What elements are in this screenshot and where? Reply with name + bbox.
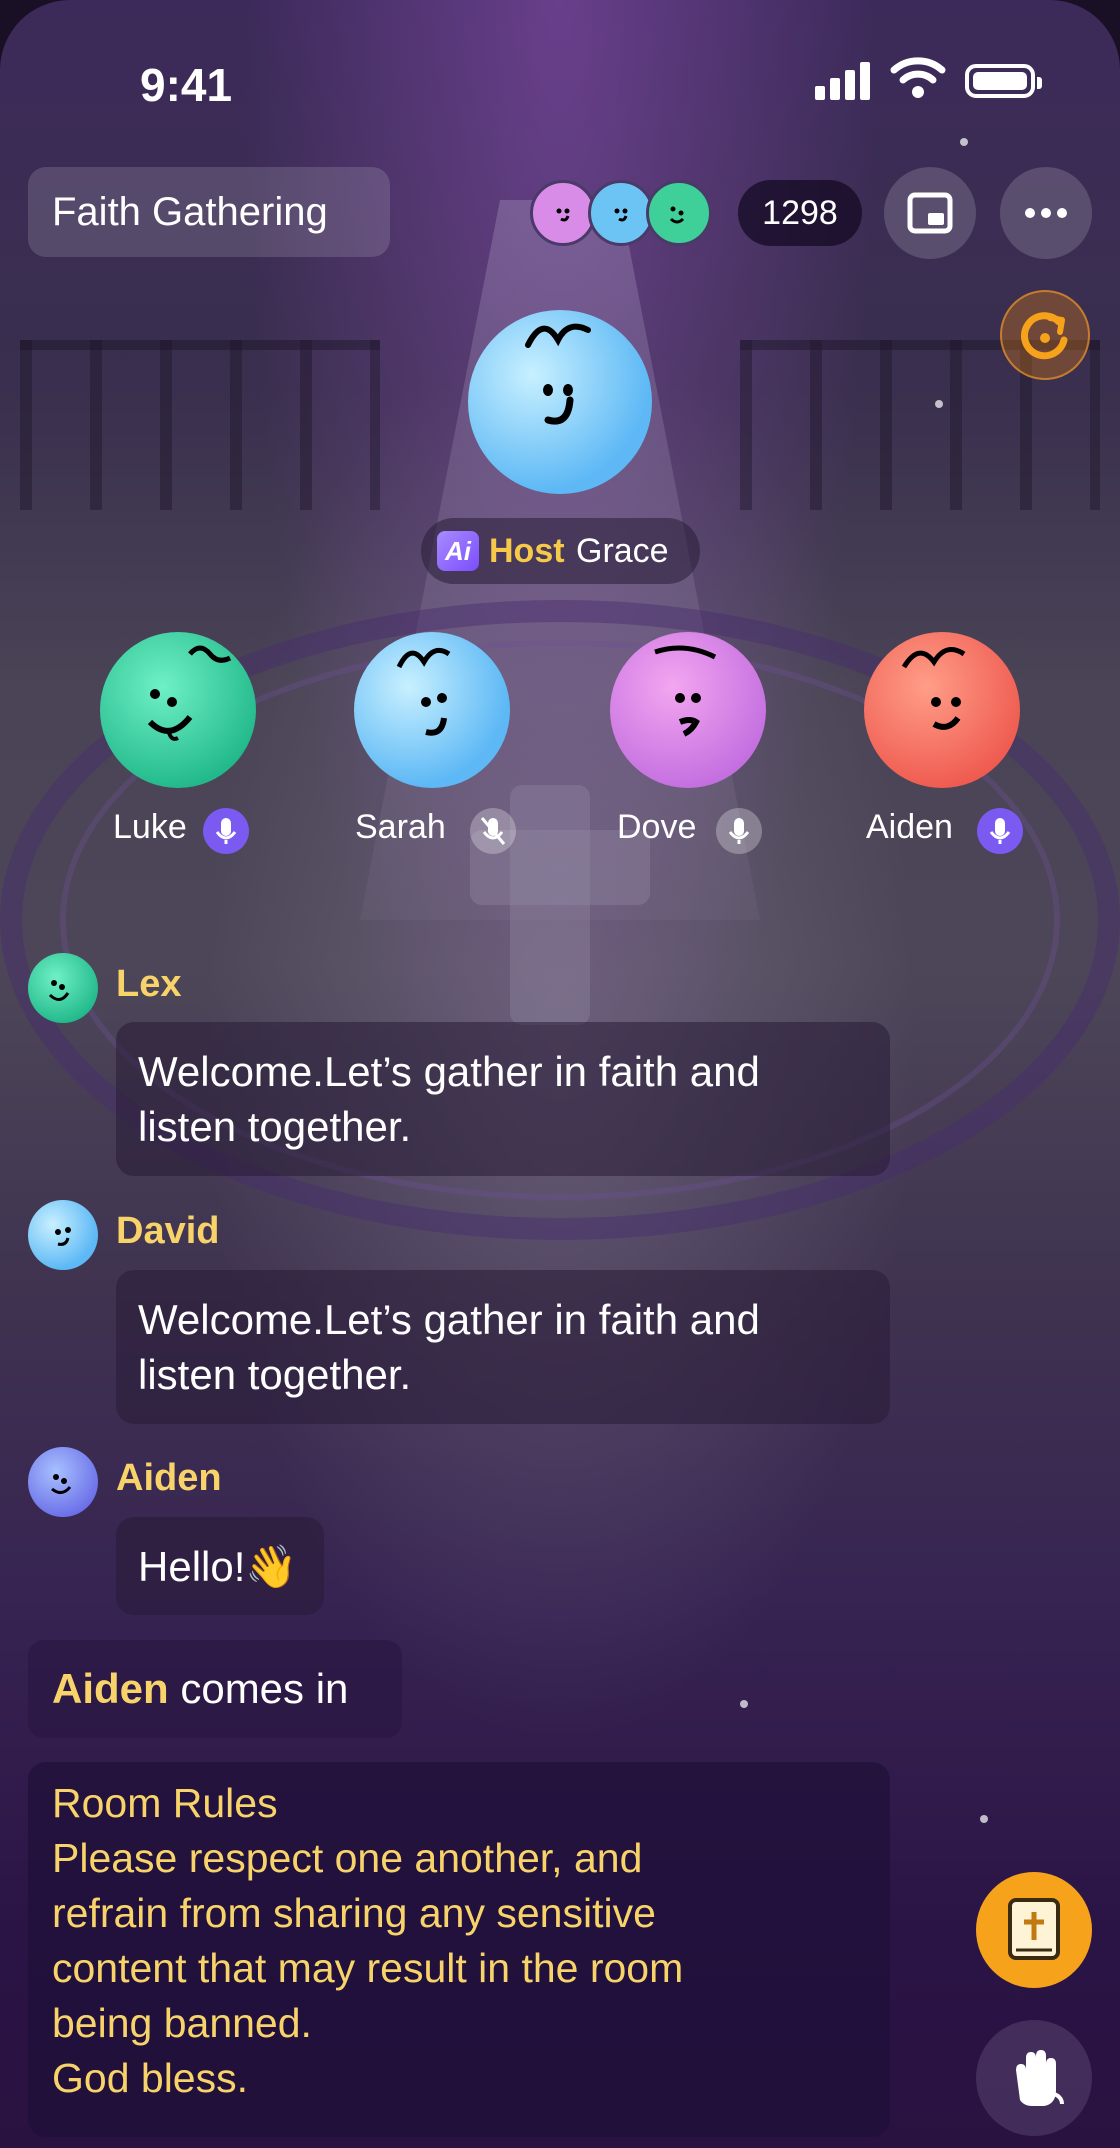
speaker-avatar-dove[interactable] [610, 632, 766, 788]
chat-avatar[interactable] [28, 1200, 98, 1270]
bible-button[interactable] [976, 1872, 1092, 1988]
mic-off-icon [470, 808, 516, 854]
sparkle [960, 138, 968, 146]
audience-count[interactable]: 1298 [738, 180, 862, 246]
speaker-name: Sarah [355, 808, 446, 846]
host-label: Ai Host Grace [421, 518, 700, 584]
more-button[interactable] [1000, 167, 1092, 259]
signal-icon [815, 62, 875, 100]
picture-in-picture-icon [907, 192, 953, 234]
more-icon [1025, 208, 1067, 218]
speaker-avatar-luke[interactable] [100, 632, 256, 788]
chat-username[interactable]: Lex [116, 963, 181, 1006]
ai-badge: Ai [437, 531, 479, 571]
rotate-icon [1020, 312, 1068, 360]
battery-icon [965, 64, 1042, 98]
chat-message: Hello!👋 [116, 1517, 324, 1615]
church-pews-left [20, 340, 380, 510]
live-room-screen: 9:41 Faith Gathering 1298 Ai Host Grace … [0, 0, 1120, 2148]
sparkle [740, 1700, 748, 1708]
audience-avatar[interactable] [646, 180, 712, 246]
sparkle [935, 400, 943, 408]
join-notice: Aiden comes in [28, 1640, 402, 1738]
cross-decoration [510, 785, 590, 1025]
join-text: comes in [168, 1665, 349, 1712]
host-role: Host [489, 532, 565, 570]
speaker-name: Aiden [866, 808, 953, 846]
mic-icon [716, 808, 762, 854]
wifi-icon [890, 56, 946, 105]
host-name: Grace [576, 532, 669, 570]
sparkle [980, 1815, 988, 1823]
room-rules: Room Rules Please respect one another, a… [28, 1762, 890, 2137]
chat-username[interactable]: Aiden [116, 1457, 222, 1500]
speaker-name: Dove [617, 808, 697, 846]
host-avatar[interactable] [468, 310, 652, 494]
chat-username[interactable]: David [116, 1210, 219, 1253]
join-username: Aiden [52, 1665, 169, 1712]
raise-hand-button[interactable] [976, 2020, 1092, 2136]
raise-hand-icon [1016, 2050, 1064, 2106]
room-rules-body: Please respect one another, and refrain … [52, 1835, 684, 2101]
chat-message: Welcome.Let’s gather in faith and listen… [116, 1270, 890, 1424]
rotate-button[interactable] [1000, 290, 1090, 380]
chat-avatar[interactable] [28, 953, 98, 1023]
chat-avatar[interactable] [28, 1447, 98, 1517]
mic-icon [977, 808, 1023, 854]
bible-icon [1008, 1898, 1060, 1960]
room-title[interactable]: Faith Gathering [28, 167, 390, 257]
speaker-avatar-aiden[interactable] [864, 632, 1020, 788]
speaker-avatar-sarah[interactable] [354, 632, 510, 788]
status-bar: 9:41 [0, 0, 1120, 120]
mic-icon [203, 808, 249, 854]
picture-in-picture-button[interactable] [884, 167, 976, 259]
clock: 9:41 [140, 59, 233, 111]
audience-avatar[interactable] [588, 180, 654, 246]
speaker-name: Luke [113, 808, 187, 846]
chat-message: Welcome.Let’s gather in faith and listen… [116, 1022, 890, 1176]
room-rules-title: Room Rules [52, 1780, 278, 1826]
audience-avatar[interactable] [530, 180, 596, 246]
